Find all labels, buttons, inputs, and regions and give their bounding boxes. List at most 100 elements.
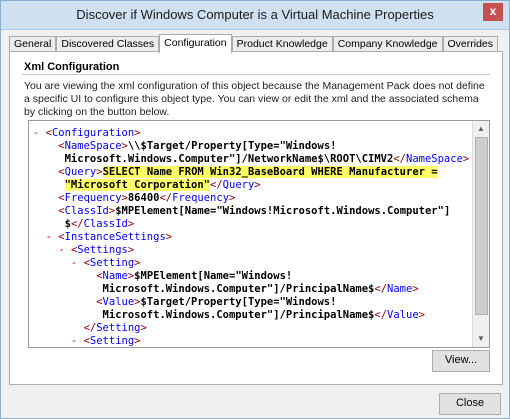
xml-bracket: > — [229, 192, 236, 204]
title-bar[interactable]: Discover if Windows Computer is a Virtua… — [1, 1, 509, 30]
xml-line: <ClassId>$MPElement[Name="Windows!Micros… — [33, 205, 473, 218]
xml-bracket: </ — [159, 192, 173, 204]
xml-bracket: </ — [70, 218, 84, 230]
xml-tag-name: ClassId — [64, 205, 109, 217]
xml-tag-name: Value — [387, 309, 419, 321]
properties-dialog: Discover if Windows Computer is a Virtua… — [0, 0, 510, 419]
xml-bracket: > — [165, 231, 173, 243]
scroll-down-icon[interactable]: ▼ — [473, 331, 489, 347]
xml-text: Microsoft.Windows.Computer"]/NetworkName… — [64, 153, 394, 165]
xml-line: - <Setting> — [33, 257, 473, 270]
xml-line: "Microsoft Corporation"</Query> — [33, 179, 473, 192]
xml-tag-name: Configuration — [51, 127, 135, 139]
xml-content: - <Configuration> <NameSpace>\\$Target/P… — [33, 127, 473, 347]
xml-text — [33, 166, 58, 178]
xml-bracket: > — [140, 322, 147, 334]
xml-bracket: > — [462, 153, 470, 165]
collapse-toggle[interactable]: - — [33, 244, 71, 256]
xml-text: Microsoft.Windows.Computer"]/PrincipalNa… — [102, 309, 375, 321]
xml-tag-name: Value — [102, 296, 135, 308]
xml-bracket: > — [127, 244, 135, 256]
xml-text: "Microsoft Corporation" — [64, 179, 211, 191]
xml-tag-name: Query — [64, 166, 97, 178]
xml-tag-name: Frequency — [64, 192, 122, 204]
close-window-icon[interactable]: x — [483, 3, 503, 21]
xml-bracket: > — [134, 335, 141, 347]
section-divider — [22, 74, 490, 75]
xml-line: <Value>$Target/Property[Type="Windows! — [33, 296, 473, 309]
xml-line: <Frequency>86400</Frequency> — [33, 192, 473, 205]
xml-tag-name: ClassId — [83, 218, 128, 230]
xml-tag-name: Frequency — [172, 192, 230, 204]
xml-line: - <Configuration> — [33, 127, 473, 140]
xml-tag-name: InstanceSettings — [64, 231, 166, 243]
collapse-toggle[interactable]: - — [33, 231, 58, 243]
scrollbar-thumb[interactable] — [475, 137, 488, 315]
section-title: Xml Configuration — [24, 61, 120, 73]
xml-tag-name: NameSpace — [64, 140, 122, 152]
xml-line: $</ClassId> — [33, 218, 473, 231]
xml-bracket: > — [134, 257, 141, 269]
xml-line: - <Setting> — [33, 335, 473, 347]
xml-bracket: > — [254, 179, 261, 191]
scroll-up-icon[interactable]: ▲ — [473, 121, 489, 137]
collapse-toggle[interactable]: - — [33, 127, 46, 139]
xml-text — [33, 270, 96, 282]
xml-line: Microsoft.Windows.Computer"]/NetworkName… — [33, 153, 473, 166]
xml-bracket: </ — [393, 153, 406, 165]
xml-tag-name: Settings — [77, 244, 128, 256]
xml-tag-name: Setting — [89, 335, 135, 347]
xml-line: <Name>$MPElement[Name="Windows! — [33, 270, 473, 283]
xml-text — [33, 153, 65, 165]
xml-line: - <Settings> — [33, 244, 473, 257]
xml-tag-name: Setting — [89, 257, 135, 269]
xml-text: $MPElement[Name="Windows! — [134, 270, 293, 282]
xml-tag-name: Name — [102, 270, 128, 282]
xml-line: Microsoft.Windows.Computer"]/PrincipalNa… — [33, 283, 473, 296]
xml-text: 86400 — [127, 192, 160, 204]
xml-bracket: </ — [374, 283, 388, 295]
xml-line: <NameSpace>\\$Target/Property[Type="Wind… — [33, 140, 473, 153]
xml-bracket: </ — [374, 309, 388, 321]
tab-strip: General Discovered Classes Configuration… — [9, 34, 499, 53]
xml-text — [33, 309, 103, 321]
section-description: You are viewing the xml configuration of… — [24, 80, 485, 118]
tab-configuration[interactable]: Configuration — [159, 34, 232, 53]
xml-tag-name: NameSpace — [406, 153, 463, 165]
xml-text — [33, 283, 103, 295]
xml-bracket: > — [127, 218, 135, 230]
xml-text — [33, 296, 96, 308]
xml-text — [33, 218, 65, 230]
xml-tag-name: Setting — [96, 322, 141, 334]
xml-text: $MPElement[Name="Windows!Microsoft.Windo… — [115, 205, 451, 217]
xml-bracket: > — [96, 166, 103, 178]
xml-line: Microsoft.Windows.Computer"]/PrincipalNa… — [33, 309, 473, 322]
xml-text: \\$Target/Property[Type="Windows! — [127, 140, 337, 152]
xml-tag-name: Name — [387, 283, 413, 295]
view-button[interactable]: View... — [432, 350, 490, 372]
xml-bracket: </ — [210, 179, 223, 191]
xml-text — [33, 192, 58, 204]
xml-line: </Setting> — [33, 322, 473, 335]
xml-line: <Query>SELECT Name FROM Win32_BaseBoard … — [33, 166, 473, 179]
xml-viewer[interactable]: - <Configuration> <NameSpace>\\$Target/P… — [28, 120, 490, 348]
xml-bracket: </ — [83, 322, 97, 334]
xml-bracket: > — [134, 127, 141, 139]
xml-text — [33, 322, 84, 334]
configuration-panel: Xml Configuration You are viewing the xm… — [9, 51, 503, 385]
xml-text — [33, 140, 58, 152]
xml-tag-name: Query — [222, 179, 255, 191]
vertical-scrollbar[interactable]: ▲ ▼ — [472, 121, 489, 347]
collapse-toggle[interactable]: - — [33, 335, 84, 347]
close-button[interactable]: Close — [439, 393, 501, 415]
xml-bracket: > — [418, 309, 425, 321]
xml-text: SELECT Name FROM Win32_BaseBoard WHERE M… — [102, 166, 438, 178]
collapse-toggle[interactable]: - — [33, 257, 84, 269]
xml-bracket: > — [412, 283, 419, 295]
xml-text — [33, 179, 65, 191]
xml-text: Microsoft.Windows.Computer"]/PrincipalNa… — [102, 283, 375, 295]
xml-text: $Target/Property[Type="Windows! — [140, 296, 337, 308]
window-title: Discover if Windows Computer is a Virtua… — [76, 7, 434, 22]
xml-line: - <InstanceSettings> — [33, 231, 473, 244]
xml-text — [33, 205, 58, 217]
